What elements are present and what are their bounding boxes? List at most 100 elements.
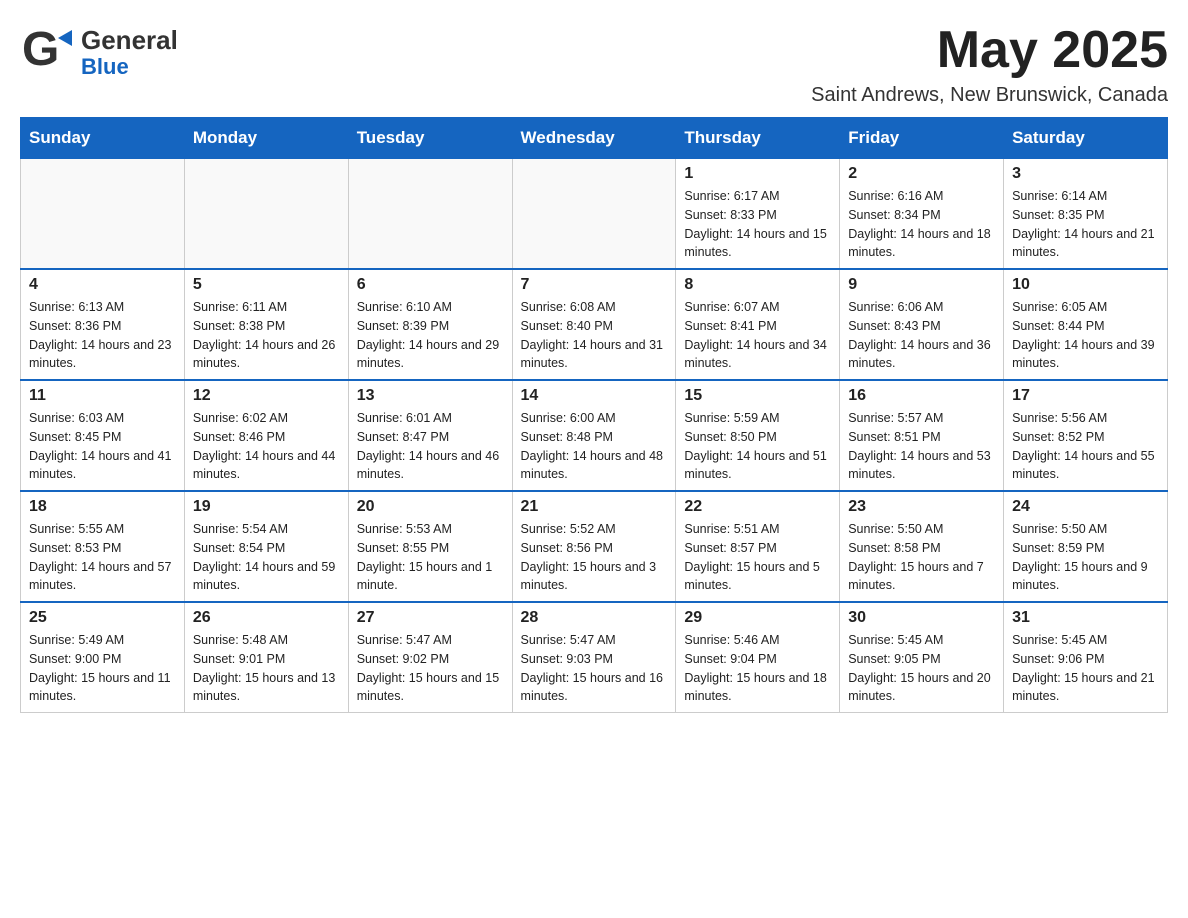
- svg-text:G: G: [22, 23, 59, 76]
- day-info: Sunrise: 5:54 AMSunset: 8:54 PMDaylight:…: [193, 520, 340, 595]
- day-number: 14: [521, 387, 668, 405]
- calendar-cell: 7 Sunrise: 6:08 AMSunset: 8:40 PMDaylight…: [512, 269, 676, 380]
- calendar-cell: [184, 159, 348, 270]
- day-info: Sunrise: 5:47 AMSunset: 9:02 PMDaylight:…: [357, 631, 504, 706]
- calendar-cell: 12Sunrise: 6:02 AMSunset: 8:46 PMDayligh…: [184, 380, 348, 491]
- day-info: Sunrise: 6:16 AMSunset: 8:34 PMDaylight:…: [848, 187, 995, 262]
- day-number: 11: [29, 387, 176, 405]
- calendar-cell: 8 Sunrise: 6:07 AMSunset: 8:41 PMDaylight…: [676, 269, 840, 380]
- calendar-cell: 22 Sunrise: 5:51 AMSunset: 8:57 PMDayligh…: [676, 491, 840, 602]
- day-number: 19: [193, 498, 340, 516]
- day-number: 9: [848, 276, 995, 294]
- day-info: Sunrise: 6:13 AMSunset: 8:36 PMDaylight:…: [29, 298, 176, 373]
- day-number: 18: [29, 498, 176, 516]
- day-info: Sunrise: 5:45 AMSunset: 9:06 PMDaylight:…: [1012, 631, 1159, 706]
- day-info: Sunrise: 5:53 AMSunset: 8:55 PMDaylight:…: [357, 520, 504, 595]
- day-number: 24: [1012, 498, 1159, 516]
- calendar-cell: 18Sunrise: 5:55 AMSunset: 8:53 PMDayligh…: [21, 491, 185, 602]
- day-number: 4: [29, 276, 176, 294]
- logo-blue-text: Blue: [81, 55, 178, 79]
- page-header: G General Blue May 2025 Saint Andrews, N…: [20, 20, 1168, 107]
- calendar-cell: 2 Sunrise: 6:16 AMSunset: 8:34 PMDaylight…: [840, 159, 1004, 270]
- calendar-cell: 28Sunrise: 5:47 AMSunset: 9:03 PMDayligh…: [512, 602, 676, 713]
- day-info: Sunrise: 5:50 AMSunset: 8:58 PMDaylight:…: [848, 520, 995, 595]
- day-info: Sunrise: 5:48 AMSunset: 9:01 PMDaylight:…: [193, 631, 340, 706]
- calendar-cell: 11 Sunrise: 6:03 AMSunset: 8:45 PMDayligh…: [21, 380, 185, 491]
- day-number: 17: [1012, 387, 1159, 405]
- calendar-cell: 31Sunrise: 5:45 AMSunset: 9:06 PMDayligh…: [1004, 602, 1168, 713]
- day-info: Sunrise: 6:03 AMSunset: 8:45 PMDaylight:…: [29, 409, 176, 484]
- calendar-cell: 1 Sunrise: 6:17 AMSunset: 8:33 PMDaylight…: [676, 159, 840, 270]
- calendar-header-row: SundayMondayTuesdayWednesdayThursdayFrid…: [21, 118, 1168, 159]
- day-number: 2: [848, 165, 995, 183]
- day-info: Sunrise: 5:45 AMSunset: 9:05 PMDaylight:…: [848, 631, 995, 706]
- calendar-cell: 6 Sunrise: 6:10 AMSunset: 8:39 PMDaylight…: [348, 269, 512, 380]
- calendar-week-3: 11 Sunrise: 6:03 AMSunset: 8:45 PMDayligh…: [21, 380, 1168, 491]
- calendar-cell: 15 Sunrise: 5:59 AMSunset: 8:50 PMDayligh…: [676, 380, 840, 491]
- calendar-cell: 10Sunrise: 6:05 AMSunset: 8:44 PMDayligh…: [1004, 269, 1168, 380]
- day-number: 15: [684, 387, 831, 405]
- calendar-cell: 5Sunrise: 6:11 AMSunset: 8:38 PMDaylight…: [184, 269, 348, 380]
- day-info: Sunrise: 5:51 AMSunset: 8:57 PMDaylight:…: [684, 520, 831, 595]
- calendar-cell: 29Sunrise: 5:46 AMSunset: 9:04 PMDayligh…: [676, 602, 840, 713]
- day-info: Sunrise: 5:56 AMSunset: 8:52 PMDaylight:…: [1012, 409, 1159, 484]
- title-section: May 2025 Saint Andrews, New Brunswick, C…: [811, 20, 1168, 107]
- day-number: 30: [848, 609, 995, 627]
- calendar-cell: [512, 159, 676, 270]
- calendar-cell: 24 Sunrise: 5:50 AMSunset: 8:59 PMDayligh…: [1004, 491, 1168, 602]
- day-number: 6: [357, 276, 504, 294]
- day-number: 22: [684, 498, 831, 516]
- calendar-cell: [348, 159, 512, 270]
- calendar-cell: 3 Sunrise: 6:14 AMSunset: 8:35 PMDaylight…: [1004, 159, 1168, 270]
- calendar-cell: 21 Sunrise: 5:52 AMSunset: 8:56 PMDayligh…: [512, 491, 676, 602]
- column-header-wednesday: Wednesday: [512, 118, 676, 159]
- day-info: Sunrise: 5:59 AMSunset: 8:50 PMDaylight:…: [684, 409, 831, 484]
- day-number: 3: [1012, 165, 1159, 183]
- day-number: 8: [684, 276, 831, 294]
- day-info: Sunrise: 6:10 AMSunset: 8:39 PMDaylight:…: [357, 298, 504, 373]
- calendar-cell: 30 Sunrise: 5:45 AMSunset: 9:05 PMDayligh…: [840, 602, 1004, 713]
- calendar-cell: 17 Sunrise: 5:56 AMSunset: 8:52 PMDayligh…: [1004, 380, 1168, 491]
- column-header-monday: Monday: [184, 118, 348, 159]
- calendar-cell: 19 Sunrise: 5:54 AMSunset: 8:54 PMDayligh…: [184, 491, 348, 602]
- calendar-table: SundayMondayTuesdayWednesdayThursdayFrid…: [20, 117, 1168, 713]
- day-info: Sunrise: 5:57 AMSunset: 8:51 PMDaylight:…: [848, 409, 995, 484]
- day-info: Sunrise: 6:17 AMSunset: 8:33 PMDaylight:…: [684, 187, 831, 262]
- location-title: Saint Andrews, New Brunswick, Canada: [811, 84, 1168, 107]
- day-info: Sunrise: 6:06 AMSunset: 8:43 PMDaylight:…: [848, 298, 995, 373]
- logo-general-text: General: [81, 26, 178, 55]
- calendar-cell: [21, 159, 185, 270]
- column-header-tuesday: Tuesday: [348, 118, 512, 159]
- day-number: 21: [521, 498, 668, 516]
- calendar-week-1: 1 Sunrise: 6:17 AMSunset: 8:33 PMDaylight…: [21, 159, 1168, 270]
- day-info: Sunrise: 5:47 AMSunset: 9:03 PMDaylight:…: [521, 631, 668, 706]
- calendar-cell: 9 Sunrise: 6:06 AMSunset: 8:43 PMDaylight…: [840, 269, 1004, 380]
- column-header-friday: Friday: [840, 118, 1004, 159]
- day-info: Sunrise: 6:08 AMSunset: 8:40 PMDaylight:…: [521, 298, 668, 373]
- day-number: 1: [684, 165, 831, 183]
- day-number: 13: [357, 387, 504, 405]
- calendar-cell: 14 Sunrise: 6:00 AMSunset: 8:48 PMDayligh…: [512, 380, 676, 491]
- calendar-week-2: 4 Sunrise: 6:13 AMSunset: 8:36 PMDaylight…: [21, 269, 1168, 380]
- day-number: 23: [848, 498, 995, 516]
- calendar-cell: 20 Sunrise: 5:53 AMSunset: 8:55 PMDayligh…: [348, 491, 512, 602]
- day-info: Sunrise: 5:52 AMSunset: 8:56 PMDaylight:…: [521, 520, 668, 595]
- day-info: Sunrise: 5:50 AMSunset: 8:59 PMDaylight:…: [1012, 520, 1159, 595]
- day-info: Sunrise: 6:07 AMSunset: 8:41 PMDaylight:…: [684, 298, 831, 373]
- day-number: 20: [357, 498, 504, 516]
- calendar-cell: 16Sunrise: 5:57 AMSunset: 8:51 PMDayligh…: [840, 380, 1004, 491]
- calendar-cell: 4 Sunrise: 6:13 AMSunset: 8:36 PMDaylight…: [21, 269, 185, 380]
- column-header-sunday: Sunday: [21, 118, 185, 159]
- calendar-cell: 26Sunrise: 5:48 AMSunset: 9:01 PMDayligh…: [184, 602, 348, 713]
- month-title: May 2025: [811, 20, 1168, 80]
- day-info: Sunrise: 5:49 AMSunset: 9:00 PMDaylight:…: [29, 631, 176, 706]
- day-info: Sunrise: 6:00 AMSunset: 8:48 PMDaylight:…: [521, 409, 668, 484]
- day-number: 7: [521, 276, 668, 294]
- logo: G General Blue: [20, 20, 178, 85]
- day-info: Sunrise: 5:46 AMSunset: 9:04 PMDaylight:…: [684, 631, 831, 706]
- day-info: Sunrise: 6:05 AMSunset: 8:44 PMDaylight:…: [1012, 298, 1159, 373]
- day-number: 12: [193, 387, 340, 405]
- day-number: 25: [29, 609, 176, 627]
- calendar-cell: 23 Sunrise: 5:50 AMSunset: 8:58 PMDayligh…: [840, 491, 1004, 602]
- day-info: Sunrise: 6:14 AMSunset: 8:35 PMDaylight:…: [1012, 187, 1159, 262]
